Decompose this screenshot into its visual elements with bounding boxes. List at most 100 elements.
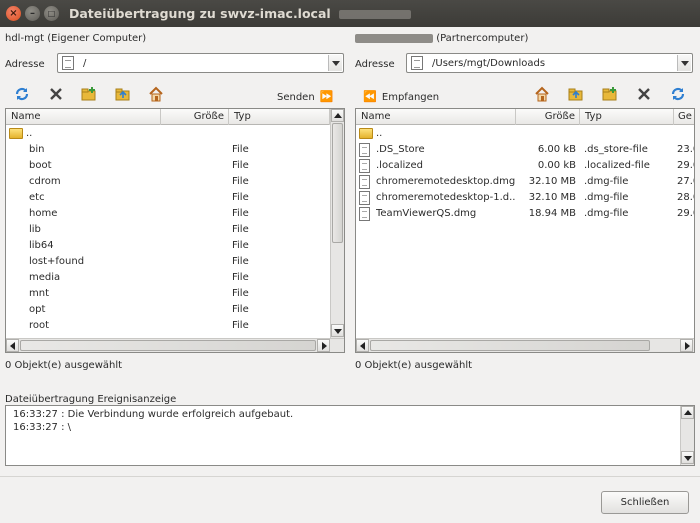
remote-pane-label: (Partnercomputer) — [355, 33, 528, 44]
close-button[interactable]: Schließen — [601, 491, 689, 514]
remote-pane-label-text: (Partnercomputer) — [436, 33, 529, 44]
file-name: root — [29, 320, 50, 331]
scroll-down-icon[interactable] — [331, 324, 344, 337]
file-name: .localized — [376, 160, 424, 171]
file-date: 29.0 — [677, 160, 694, 171]
list-item[interactable]: media File — [6, 270, 330, 286]
refresh-icon[interactable] — [670, 86, 686, 102]
home-icon[interactable] — [148, 86, 164, 102]
list-item[interactable]: .. — [356, 126, 680, 142]
local-hscroll-thumb[interactable] — [20, 340, 316, 351]
scroll-left-icon[interactable] — [6, 339, 19, 352]
folder-icon — [359, 128, 373, 139]
delete-icon[interactable] — [48, 86, 64, 102]
local-file-list[interactable]: Name Größe Typ .. bin File boot File cdrom Fil… — [5, 108, 345, 353]
log-vscrollbar[interactable] — [680, 406, 694, 465]
scroll-right-icon[interactable] — [317, 339, 330, 352]
receive-arrow-icon: ⏪ — [363, 90, 377, 103]
local-col-type[interactable]: Typ — [229, 109, 330, 125]
list-item[interactable]: cdrom File — [6, 174, 330, 190]
local-vscrollbar[interactable] — [330, 109, 344, 338]
event-log[interactable]: 16:33:27 : Die Verbindung wurde erfolgre… — [5, 405, 695, 466]
list-item[interactable]: bin File — [6, 142, 330, 158]
receive-button[interactable]: ⏪ Empfangen — [363, 90, 439, 103]
list-item[interactable]: opt File — [6, 302, 330, 318]
list-item[interactable]: .localized 0.00 kB .localized-file 29.0 — [356, 158, 694, 174]
parent-folder-icon[interactable] — [115, 86, 131, 102]
file-size: 32.10 MB — [528, 192, 576, 203]
list-item[interactable]: boot File — [6, 158, 330, 174]
remote-hscroll-thumb[interactable] — [370, 340, 650, 351]
file-type: .dmg-file — [584, 192, 629, 203]
file-name: opt — [29, 304, 46, 315]
folder-icon — [9, 128, 23, 139]
list-item[interactable]: lib64 File — [6, 238, 330, 254]
list-item[interactable]: chromeremotedesktop.dmg 32.10 MB .dmg-file… — [356, 174, 694, 190]
send-arrow-icon: ⏩ — [319, 90, 334, 103]
file-type: File — [232, 272, 249, 283]
list-item[interactable]: TeamViewerQS.dmg 18.94 MB .dmg-file 29.0 — [356, 206, 694, 222]
remote-address-combo[interactable]: /Users/mgt/Downloads — [406, 53, 693, 73]
scroll-down-icon[interactable] — [681, 451, 694, 464]
file-size: 0.00 kB — [537, 160, 576, 171]
file-name: lib64 — [29, 240, 54, 251]
local-address-value: / — [83, 58, 87, 69]
file-name: .DS_Store — [376, 144, 425, 155]
close-window-button[interactable]: × — [6, 6, 21, 21]
title-bar: × – □ Dateiübertragung zu swvz-imac.loca… — [0, 0, 700, 27]
local-address-combo[interactable]: / — [57, 53, 344, 73]
parent-folder-icon[interactable] — [568, 86, 584, 102]
list-item[interactable]: mnt File — [6, 286, 330, 302]
list-item[interactable]: home File — [6, 206, 330, 222]
remote-col-size[interactable]: Größe — [516, 109, 580, 125]
list-item[interactable]: root File — [6, 318, 330, 334]
file-name: mnt — [29, 288, 49, 299]
file-name: lost+found — [29, 256, 85, 267]
scroll-up-icon[interactable] — [331, 109, 344, 122]
list-item[interactable]: etc File — [6, 190, 330, 206]
remote-col-type[interactable]: Typ — [580, 109, 674, 125]
local-col-size[interactable]: Größe — [161, 109, 229, 125]
scroll-right-icon[interactable] — [680, 339, 693, 352]
remote-address-value: /Users/mgt/Downloads — [432, 58, 546, 69]
new-folder-icon[interactable] — [602, 86, 618, 102]
file-name: boot — [29, 160, 52, 171]
remote-file-list[interactable]: Name Größe Typ Ge .. .DS_Store 6.00 kB .ds_… — [355, 108, 695, 353]
refresh-icon[interactable] — [14, 86, 30, 102]
file-icon — [359, 191, 370, 205]
file-type: File — [232, 208, 249, 219]
local-vscroll-thumb[interactable] — [332, 123, 343, 243]
file-type: File — [232, 304, 249, 315]
new-folder-icon[interactable] — [81, 86, 97, 102]
delete-icon[interactable] — [636, 86, 652, 102]
remote-hscrollbar[interactable] — [356, 338, 694, 352]
window-title: Dateiübertragung zu swvz-imac.local — [69, 6, 412, 21]
home-icon[interactable] — [534, 86, 550, 102]
redacted-partner-name — [355, 33, 433, 43]
list-item[interactable]: .. — [6, 126, 330, 142]
log-line: 16:33:27 : Die Verbindung wurde erfolgre… — [13, 409, 294, 420]
local-hscrollbar[interactable] — [6, 338, 344, 352]
scroll-left-icon[interactable] — [356, 339, 369, 352]
remote-col-name[interactable]: Name — [356, 109, 516, 125]
file-icon — [359, 207, 370, 221]
send-button[interactable]: Senden ⏩ — [277, 90, 334, 103]
local-address-label: Adresse — [5, 59, 45, 70]
remote-address-label: Adresse — [355, 59, 395, 70]
list-item[interactable]: lib File — [6, 222, 330, 238]
chevron-down-icon[interactable] — [328, 55, 342, 71]
file-type: File — [232, 144, 249, 155]
list-item[interactable]: lost+found File — [6, 254, 330, 270]
file-type: File — [232, 320, 249, 331]
maximize-window-button[interactable]: □ — [44, 6, 59, 21]
scroll-up-icon[interactable] — [681, 406, 694, 419]
minimize-window-button[interactable]: – — [25, 6, 40, 21]
list-item[interactable]: chromeremotedesktop-1.d... 32.10 MB .dmg-f… — [356, 190, 694, 206]
local-col-name[interactable]: Name — [6, 109, 161, 125]
file-type: .dmg-file — [584, 208, 629, 219]
list-item[interactable]: .DS_Store 6.00 kB .ds_store-file 23.0 — [356, 142, 694, 158]
file-type: File — [232, 176, 249, 187]
local-list-header: Name Größe Typ — [6, 109, 330, 125]
chevron-down-icon[interactable] — [677, 55, 691, 71]
remote-col-date[interactable]: Ge — [674, 109, 694, 125]
